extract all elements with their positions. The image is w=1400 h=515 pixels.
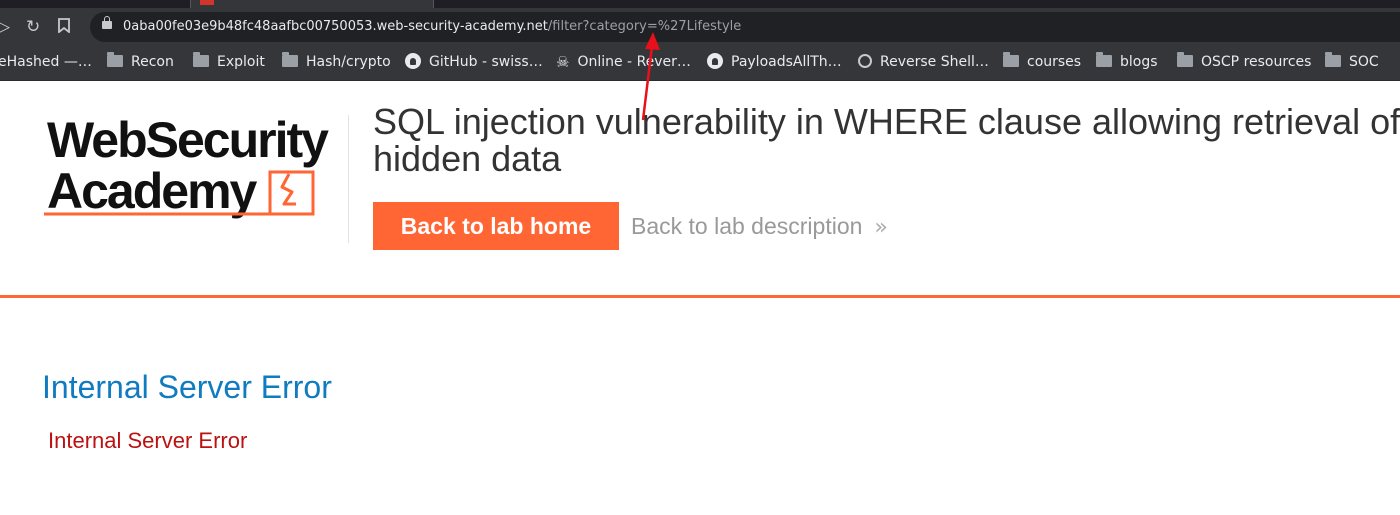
bookmark-blogs[interactable]: blogs (1096, 52, 1158, 71)
folder-icon (1325, 52, 1341, 67)
web-security-academy-logo[interactable]: WebSecurity Academy (44, 110, 344, 220)
back-to-lab-description-label: Back to lab description (631, 213, 863, 239)
folder-icon (1177, 52, 1193, 67)
back-to-lab-description-link[interactable]: Back to lab description » (631, 212, 888, 242)
tab-favicon-icon (200, 0, 214, 5)
globe-icon (858, 54, 872, 68)
folder-icon (193, 52, 209, 67)
bookmark-reverse-shell[interactable]: Reverse Shell… (858, 53, 989, 71)
active-tab[interactable] (190, 0, 434, 8)
bookmark-exploit[interactable]: Exploit (193, 52, 265, 71)
url-path: /filter?category=%27Lifestyle (547, 19, 742, 34)
double-chevron-right-icon: » (874, 215, 888, 240)
header-separator (0, 295, 1400, 298)
bookmark-label: blogs (1120, 54, 1158, 70)
folder-icon (1003, 52, 1019, 67)
lock-icon[interactable] (102, 16, 112, 29)
reload-icon[interactable]: ↻ (26, 18, 40, 36)
url-text[interactable]: 0aba00fe03e9b48fc48aafbc00750053.web-sec… (123, 19, 741, 34)
bookmark-github-swiss[interactable]: GitHub - swiss… (405, 53, 543, 71)
bookmark-hashed[interactable]: eHashed —… (0, 53, 92, 71)
lab-title: SQL injection vulnerability in WHERE cla… (373, 101, 1400, 179)
skull-icon: ☠ (556, 53, 570, 71)
error-heading: Internal Server Error (42, 369, 332, 405)
forward-icon[interactable]: ▷ (0, 18, 10, 36)
github-icon (405, 53, 421, 69)
bookmark-online-reverse[interactable]: ☠ Online - Rever… (556, 53, 691, 71)
folder-icon (1096, 52, 1112, 67)
browser-toolbar: ▷ ↻ 0aba00fe03e9b48fc48aafbc00750053.web… (0, 8, 1400, 46)
folder-icon (282, 52, 298, 67)
folder-icon (107, 52, 123, 67)
bookmark-soc[interactable]: SOC (1325, 52, 1379, 71)
bookmark-label: Reverse Shell… (880, 54, 989, 70)
bookmark-label: OSCP resources (1201, 54, 1312, 70)
bookmark-label: Hash/crypto (306, 54, 391, 70)
github-icon (707, 53, 723, 69)
bookmark-hash-crypto[interactable]: Hash/crypto (282, 52, 391, 71)
error-message: Internal Server Error (48, 428, 248, 453)
bookmark-label: Exploit (217, 54, 265, 70)
url-host: 0aba00fe03e9b48fc48aafbc00750053.web-sec… (123, 19, 548, 34)
bookmark-label: eHashed —… (0, 54, 92, 70)
bookmark-oscp-resources[interactable]: OSCP resources (1177, 52, 1312, 71)
bookmark-icon[interactable] (58, 18, 70, 37)
bookmark-label: GitHub - swiss… (429, 54, 543, 70)
back-to-lab-home-button[interactable]: Back to lab home (373, 202, 619, 250)
bookmark-courses[interactable]: courses (1003, 52, 1082, 71)
bookmark-label: Recon (131, 54, 174, 70)
bookmark-payloadsallthethings[interactable]: PayloadsAllTh… (707, 53, 842, 71)
header-divider (348, 115, 349, 243)
bookmark-label: courses (1027, 54, 1082, 70)
bookmark-label: SOC (1349, 54, 1379, 70)
bookmark-recon[interactable]: Recon (107, 52, 174, 71)
bookmarks-bar: eHashed —… Recon Exploit Hash/crypto Git… (0, 46, 1400, 81)
tab-strip (0, 0, 1400, 8)
address-bar[interactable]: 0aba00fe03e9b48fc48aafbc00750053.web-sec… (90, 12, 1400, 42)
logo-lightning-icon (44, 170, 315, 216)
bookmark-label: Online - Rever… (577, 54, 691, 70)
bookmark-label: PayloadsAllTh… (731, 54, 842, 70)
